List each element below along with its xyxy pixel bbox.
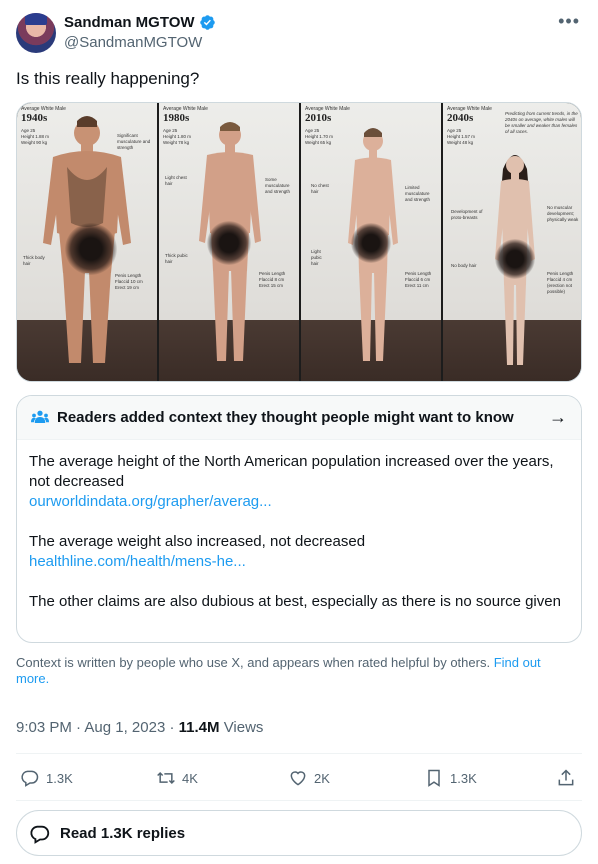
panel-note: No chest hair xyxy=(311,183,329,194)
panel-1980s: Average White Male 1980s Age 25 Height 1… xyxy=(159,103,299,381)
like-count: 2K xyxy=(314,770,330,786)
action-bar: 1.3K 4K 2K 1.3K xyxy=(16,766,582,790)
community-note[interactable]: Readers added context they thought peopl… xyxy=(16,395,582,643)
repost-button[interactable]: 4K xyxy=(156,766,198,790)
panel-note: Development of proto-breasts xyxy=(451,209,483,220)
read-replies-label: Read 1.3K replies xyxy=(60,825,186,842)
community-note-title: Readers added context they thought peopl… xyxy=(57,409,514,426)
panel-era: 2040s xyxy=(447,112,474,124)
more-options-icon[interactable]: ••• xyxy=(558,12,580,30)
bookmark-icon xyxy=(428,769,440,787)
censor-blur xyxy=(207,221,251,265)
bookmark-count: 1.3K xyxy=(450,770,477,786)
tweet-text: Is this really happening? xyxy=(16,69,200,88)
divider xyxy=(16,753,582,754)
tweet-date[interactable]: Aug 1, 2023 xyxy=(84,719,165,736)
arrow-right-icon[interactable]: → xyxy=(549,407,567,427)
people-icon xyxy=(31,410,49,423)
verified-badge-icon xyxy=(200,15,215,30)
heart-icon xyxy=(290,771,306,786)
views-count: 11.4M xyxy=(178,719,220,736)
panel-era: 2010s xyxy=(305,112,332,124)
read-replies-button[interactable]: Read 1.3K replies xyxy=(16,810,582,856)
panel-note: No body hair xyxy=(451,263,477,268)
panel-note: No muscular development; physically weak xyxy=(547,205,579,222)
community-note-header[interactable]: Readers added context they thought peopl… xyxy=(17,396,581,440)
tweet-image[interactable]: Average White Male 1940s Age 25 Height 1… xyxy=(16,102,582,382)
panel-2010s: Average White Male 2010s Age 25 Height 1… xyxy=(301,103,441,381)
repost-count: 4K xyxy=(182,770,198,786)
author-name[interactable]: Sandman MGTOW xyxy=(64,13,195,33)
panel-stats: Age 25 Height 1.70 m Weight 65 kg xyxy=(305,128,334,145)
note-link[interactable]: healthline.com/health/mens-he... xyxy=(29,552,569,572)
censor-blur xyxy=(495,239,535,279)
note-paragraph: The average weight also increased, not d… xyxy=(29,533,366,550)
reply-bubble-icon xyxy=(30,825,50,844)
like-button[interactable]: 2K xyxy=(288,766,330,790)
context-footer: Context is written by people who use X, … xyxy=(16,655,576,687)
repost-icon xyxy=(157,771,175,785)
censor-blur xyxy=(65,223,117,275)
tweet-time[interactable]: 9:03 PM xyxy=(16,719,72,736)
share-icon xyxy=(558,769,574,786)
community-note-body: The average height of the North American… xyxy=(29,452,569,612)
panel-note: Penis Length Flaccid 6 cm Erect 11 cm xyxy=(405,271,432,288)
panel-note: Limited musculature and strength xyxy=(405,185,431,202)
panel-1940s: Average White Male 1940s Age 25 Height 1… xyxy=(17,103,157,381)
panel-note: Some musculature and strength xyxy=(265,177,291,194)
avatar-hat xyxy=(25,13,47,25)
panel-note: Thick pubic hair xyxy=(165,253,188,264)
tweet-meta: 9:03 PM · Aug 1, 2023 · 11.4M Views xyxy=(16,719,264,736)
reply-count: 1.3K xyxy=(46,770,73,786)
panel-note: Penis Length Flaccid 4 cm (erection not … xyxy=(547,271,574,294)
reply-button[interactable]: 1.3K xyxy=(20,766,73,790)
views-label: Views xyxy=(223,719,264,736)
avatar[interactable] xyxy=(16,13,56,53)
note-paragraph: The average height of the North American… xyxy=(29,453,554,490)
author-handle[interactable]: @SandmanMGTOW xyxy=(64,33,202,53)
censor-blur xyxy=(351,223,391,263)
panel-note: Light chest hair xyxy=(165,175,187,186)
panel-note: Predicting from current trends, in the 2… xyxy=(505,111,578,134)
note-paragraph: The other claims are also dubious at bes… xyxy=(29,593,561,610)
context-text: Context is written by people who use X, … xyxy=(16,655,491,670)
note-link[interactable]: ourworldindata.org/grapher/averag... xyxy=(29,492,569,512)
panel-2040s: Average White Male 2040s Age 25 Height 1… xyxy=(443,103,581,381)
bookmark-button[interactable]: 1.3K xyxy=(424,766,477,790)
divider xyxy=(16,800,582,801)
panel-note: Light pubic hair xyxy=(311,249,322,266)
panel-stats: Age 25 Height 1.57 m Weight 48 kg xyxy=(447,128,476,145)
reply-icon xyxy=(21,770,39,787)
share-button[interactable] xyxy=(556,766,582,790)
panel-era: 1980s xyxy=(163,112,190,124)
